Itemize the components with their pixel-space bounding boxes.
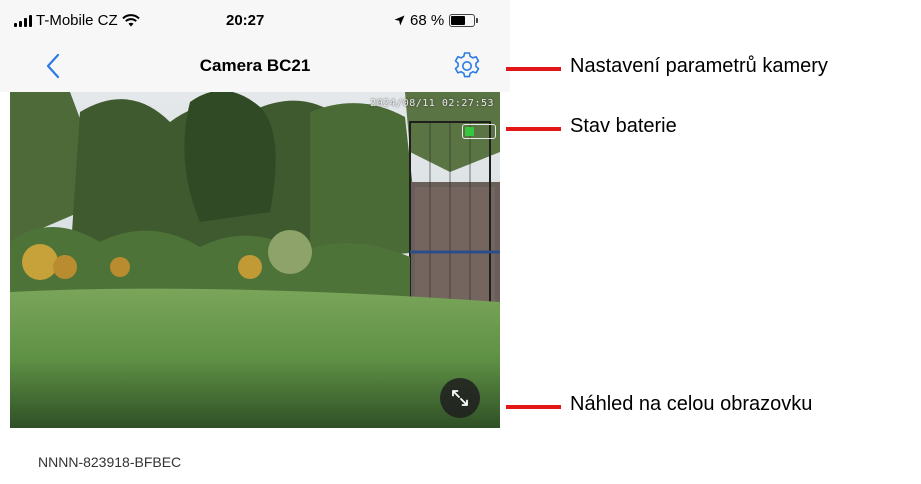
camera-live-view[interactable]: 2024/08/11 02:27:53: [10, 92, 500, 428]
callout-line-battery: [506, 127, 561, 131]
nav-bar: Camera BC21: [0, 40, 510, 92]
location-arrow-icon: [394, 15, 405, 26]
fullscreen-button[interactable]: [440, 378, 480, 418]
carrier-label: T-Mobile CZ: [36, 12, 118, 29]
device-id: NNNN-823918-BFBEC: [38, 454, 182, 470]
signal-icon: [14, 14, 32, 27]
callout-line-settings: [506, 67, 561, 71]
gear-icon[interactable]: [451, 50, 483, 82]
wifi-icon: [121, 14, 140, 27]
callout-settings-label: Nastavení parametrů kamery: [570, 55, 828, 77]
status-right: 68 %: [394, 12, 479, 29]
video-timestamp: 2024/08/11 02:27:53: [370, 98, 494, 109]
battery-fill: [451, 16, 466, 25]
expand-icon: [452, 390, 468, 406]
camera-battery-icon: [462, 124, 496, 139]
battery-percent: 68 %: [410, 12, 445, 29]
page-title: Camera BC21: [199, 56, 311, 75]
battery-icon: [449, 14, 479, 27]
status-left: T-Mobile CZ: [14, 12, 140, 29]
phone-screen: T-Mobile CZ 20:27 68 % Camera BC21 2024/…: [0, 0, 510, 484]
status-time: 20:27: [226, 12, 265, 29]
callout-line-fullscreen: [506, 405, 561, 409]
camera-battery-fill: [465, 127, 475, 136]
callout-fullscreen-label: Náhled na celou obrazovku: [570, 393, 813, 415]
camera-image: [10, 92, 500, 428]
status-bar: T-Mobile CZ 20:27 68 %: [0, 0, 510, 40]
callout-battery-label: Stav baterie: [570, 115, 677, 137]
